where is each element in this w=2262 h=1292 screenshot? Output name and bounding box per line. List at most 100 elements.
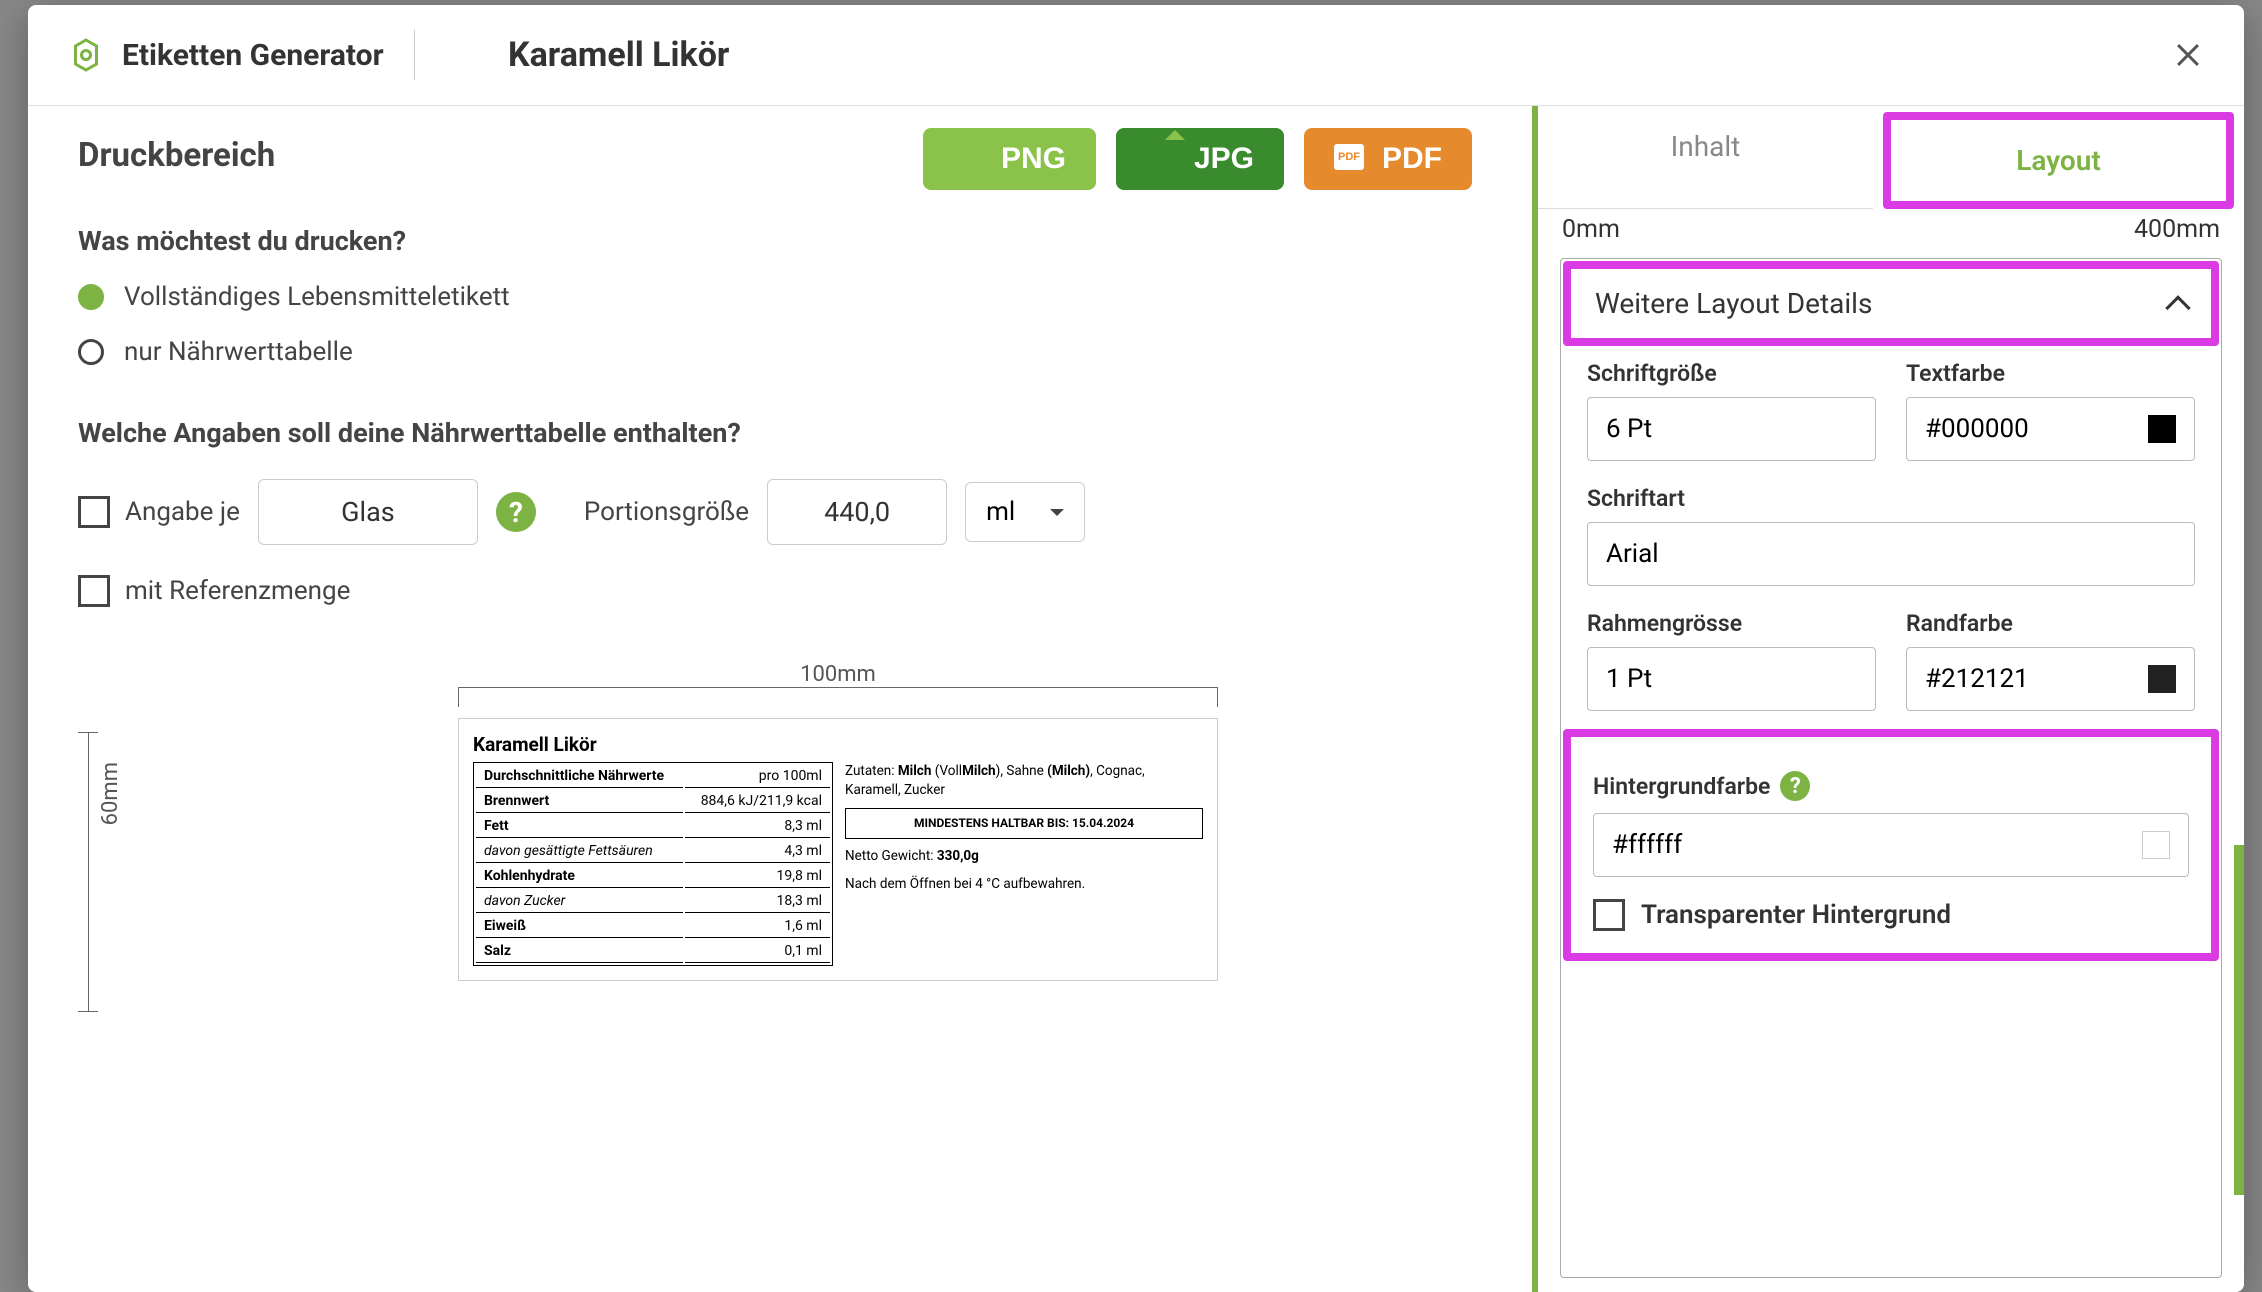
portion-label: Portionsgröße bbox=[584, 497, 749, 527]
modal: Etiketten Generator Karamell Likör Druck… bbox=[28, 5, 2244, 1292]
ingredients: Zutaten: Milch (VollMilch), Sahne (Milch… bbox=[845, 762, 1203, 800]
reference-label: mit Referenzmenge bbox=[125, 576, 350, 606]
radio-full-text: Vollständiges Lebensmitteletikett bbox=[124, 282, 510, 312]
content-question: Welche Angaben soll deine Nährwerttabell… bbox=[78, 417, 1482, 449]
label-preview: Karamell Likör Durchschnittliche Nährwer… bbox=[458, 718, 1218, 981]
reference-row: mit Referenzmenge bbox=[78, 575, 1482, 607]
fontfamily-input[interactable]: Arial bbox=[1587, 522, 2195, 586]
ruler-left-value: 60mm bbox=[98, 762, 123, 825]
export-buttons: PNG JPG PDF PDF bbox=[923, 128, 1472, 190]
storage-note: Nach dem Öffnen bei 4 °C aufbewahren. bbox=[845, 875, 1203, 894]
nutrition-table: Durchschnittliche Nährwertepro 100ml Bre… bbox=[473, 762, 833, 966]
right-panel: Inhalt Layout 0mm 400mm Weitere Layout D… bbox=[1532, 106, 2244, 1292]
border-label: Rahmengrösse bbox=[1587, 610, 1876, 637]
image-icon bbox=[953, 144, 983, 174]
fontsize-input[interactable]: 6 Pt bbox=[1587, 397, 1876, 461]
layout-grid: Schriftgröße 6 Pt Textfarbe #000000 Schr… bbox=[1587, 360, 2195, 711]
color-swatch-icon bbox=[2142, 831, 2170, 859]
export-pdf-button[interactable]: PDF PDF bbox=[1304, 128, 1472, 190]
fontfamily-label: Schriftart bbox=[1587, 485, 2195, 512]
angabe-je-checkbox[interactable]: Angabe je bbox=[78, 496, 240, 528]
ruler-top-line bbox=[458, 687, 1218, 688]
modal-header: Etiketten Generator Karamell Likör bbox=[28, 5, 2244, 106]
document-title: Karamell Likör bbox=[508, 35, 729, 75]
bg-label: Hintergrundfarbe bbox=[1593, 773, 1770, 800]
textcolor-value: #000000 bbox=[1925, 414, 2029, 444]
fontsize-label: Schriftgröße bbox=[1587, 360, 1876, 387]
color-swatch-icon bbox=[2148, 415, 2176, 443]
bg-input[interactable]: #ffffff bbox=[1593, 813, 2189, 877]
table-row: Kohlenhydrate19,8 ml bbox=[476, 865, 830, 888]
app-title: Etiketten Generator bbox=[122, 38, 384, 73]
layout-section: Weitere Layout Details Schriftgröße 6 Pt… bbox=[1560, 258, 2222, 1278]
thead-right: pro 100ml bbox=[685, 765, 830, 788]
table-row: Brennwert884,6 kJ/211,9 kcal bbox=[476, 790, 830, 813]
portion-input[interactable]: 440,0 bbox=[767, 479, 947, 545]
radio-full-label[interactable]: Vollständiges Lebensmitteletikett bbox=[78, 282, 1482, 312]
preview-right: Zutaten: Milch (VollMilch), Sahne (Milch… bbox=[845, 762, 1203, 966]
tabs: Inhalt Layout bbox=[1538, 106, 2244, 209]
range-max: 400mm bbox=[2134, 215, 2220, 244]
left-panel: Druckbereich PNG JPG PDF PDF Was möchtes… bbox=[28, 106, 1532, 1292]
portion-row: Angabe je Glas ? Portionsgröße 440,0 ml bbox=[78, 479, 1482, 545]
chevron-up-icon bbox=[2165, 295, 2190, 320]
bordercolor-input[interactable]: #212121 bbox=[1906, 647, 2195, 711]
export-png-button[interactable]: PNG bbox=[923, 128, 1096, 190]
accordion-header[interactable]: Weitere Layout Details bbox=[1571, 269, 2211, 338]
bordercolor-value: #212121 bbox=[1925, 664, 2029, 694]
textcolor-input[interactable]: #000000 bbox=[1906, 397, 2195, 461]
close-button[interactable] bbox=[2172, 39, 2204, 71]
thead-left: Durchschnittliche Nährwerte bbox=[476, 765, 683, 788]
angabe-je-label: Angabe je bbox=[125, 497, 240, 527]
export-jpg-button[interactable]: JPG bbox=[1116, 128, 1284, 190]
radio-selected-icon bbox=[78, 284, 104, 310]
print-radio-group: Vollständiges Lebensmitteletikett nur Nä… bbox=[78, 282, 1482, 367]
color-swatch-icon bbox=[2148, 665, 2176, 693]
print-question: Was möchtest du drucken? bbox=[78, 225, 1482, 257]
transparent-checkbox[interactable]: Transparenter Hintergrund bbox=[1593, 899, 2189, 931]
tab-content[interactable]: Inhalt bbox=[1538, 106, 1873, 209]
textcolor-label: Textfarbe bbox=[1906, 360, 2195, 387]
textcolor-field: Textfarbe #000000 bbox=[1906, 360, 2195, 461]
help-icon[interactable]: ? bbox=[1780, 771, 1810, 801]
radio-table-only[interactable]: nur Nährwerttabelle bbox=[78, 337, 1482, 367]
fontsize-field: Schriftgröße 6 Pt bbox=[1587, 360, 1876, 461]
ruler-top-value: 100mm bbox=[800, 662, 876, 687]
tab-layout[interactable]: Layout bbox=[1891, 120, 2226, 201]
image-icon bbox=[1146, 144, 1176, 174]
preview-title: Karamell Likör bbox=[473, 733, 1203, 756]
pdf-icon: PDF bbox=[1334, 144, 1364, 174]
reference-checkbox[interactable]: mit Referenzmenge bbox=[78, 575, 350, 607]
generator-icon bbox=[68, 37, 104, 73]
container-input[interactable]: Glas bbox=[258, 479, 478, 545]
modal-body: Druckbereich PNG JPG PDF PDF Was möchtes… bbox=[28, 106, 2244, 1292]
accordion-title: Weitere Layout Details bbox=[1595, 287, 1872, 320]
table-row: Fett8,3 ml bbox=[476, 815, 830, 838]
export-png-label: PNG bbox=[1001, 142, 1066, 176]
table-row: Eiweiß1,6 ml bbox=[476, 915, 830, 938]
help-icon[interactable]: ? bbox=[496, 492, 536, 532]
transparent-label: Transparenter Hintergrund bbox=[1641, 900, 1951, 930]
unit-value: ml bbox=[986, 497, 1015, 527]
scrollbar[interactable] bbox=[2234, 845, 2244, 1195]
checkbox-icon bbox=[78, 496, 110, 528]
bordercolor-field: Randfarbe #212121 bbox=[1906, 610, 2195, 711]
table-row: davon gesättigte Fettsäuren4,3 ml bbox=[476, 840, 830, 863]
range-min: 0mm bbox=[1562, 215, 1620, 244]
bg-value: #ffffff bbox=[1612, 830, 1682, 860]
best-before: MINDESTENS HALTBAR BIS: 15.04.2024 bbox=[845, 808, 1203, 839]
bg-label-row: Hintergrundfarbe ? bbox=[1593, 771, 2189, 801]
border-input[interactable]: 1 Pt bbox=[1587, 647, 1876, 711]
checkbox-icon bbox=[1593, 899, 1625, 931]
fontfamily-field: Schriftart Arial bbox=[1587, 485, 2195, 586]
bordercolor-label: Randfarbe bbox=[1906, 610, 2195, 637]
export-pdf-label: PDF bbox=[1382, 142, 1442, 176]
preview-content: Durchschnittliche Nährwertepro 100ml Bre… bbox=[473, 762, 1203, 966]
label-preview-container: 100mm 60mm Karamell Likör Durchschnittli… bbox=[78, 662, 1482, 981]
unit-select[interactable]: ml bbox=[965, 482, 1085, 542]
net-weight: Netto Gewicht: 330,0g bbox=[845, 847, 1203, 866]
header-divider bbox=[414, 30, 415, 80]
ruler-left-line bbox=[88, 732, 89, 1012]
radio-table-text: nur Nährwerttabelle bbox=[124, 337, 353, 367]
background-section: Hintergrundfarbe ? #ffffff Transparenter… bbox=[1593, 771, 2189, 931]
